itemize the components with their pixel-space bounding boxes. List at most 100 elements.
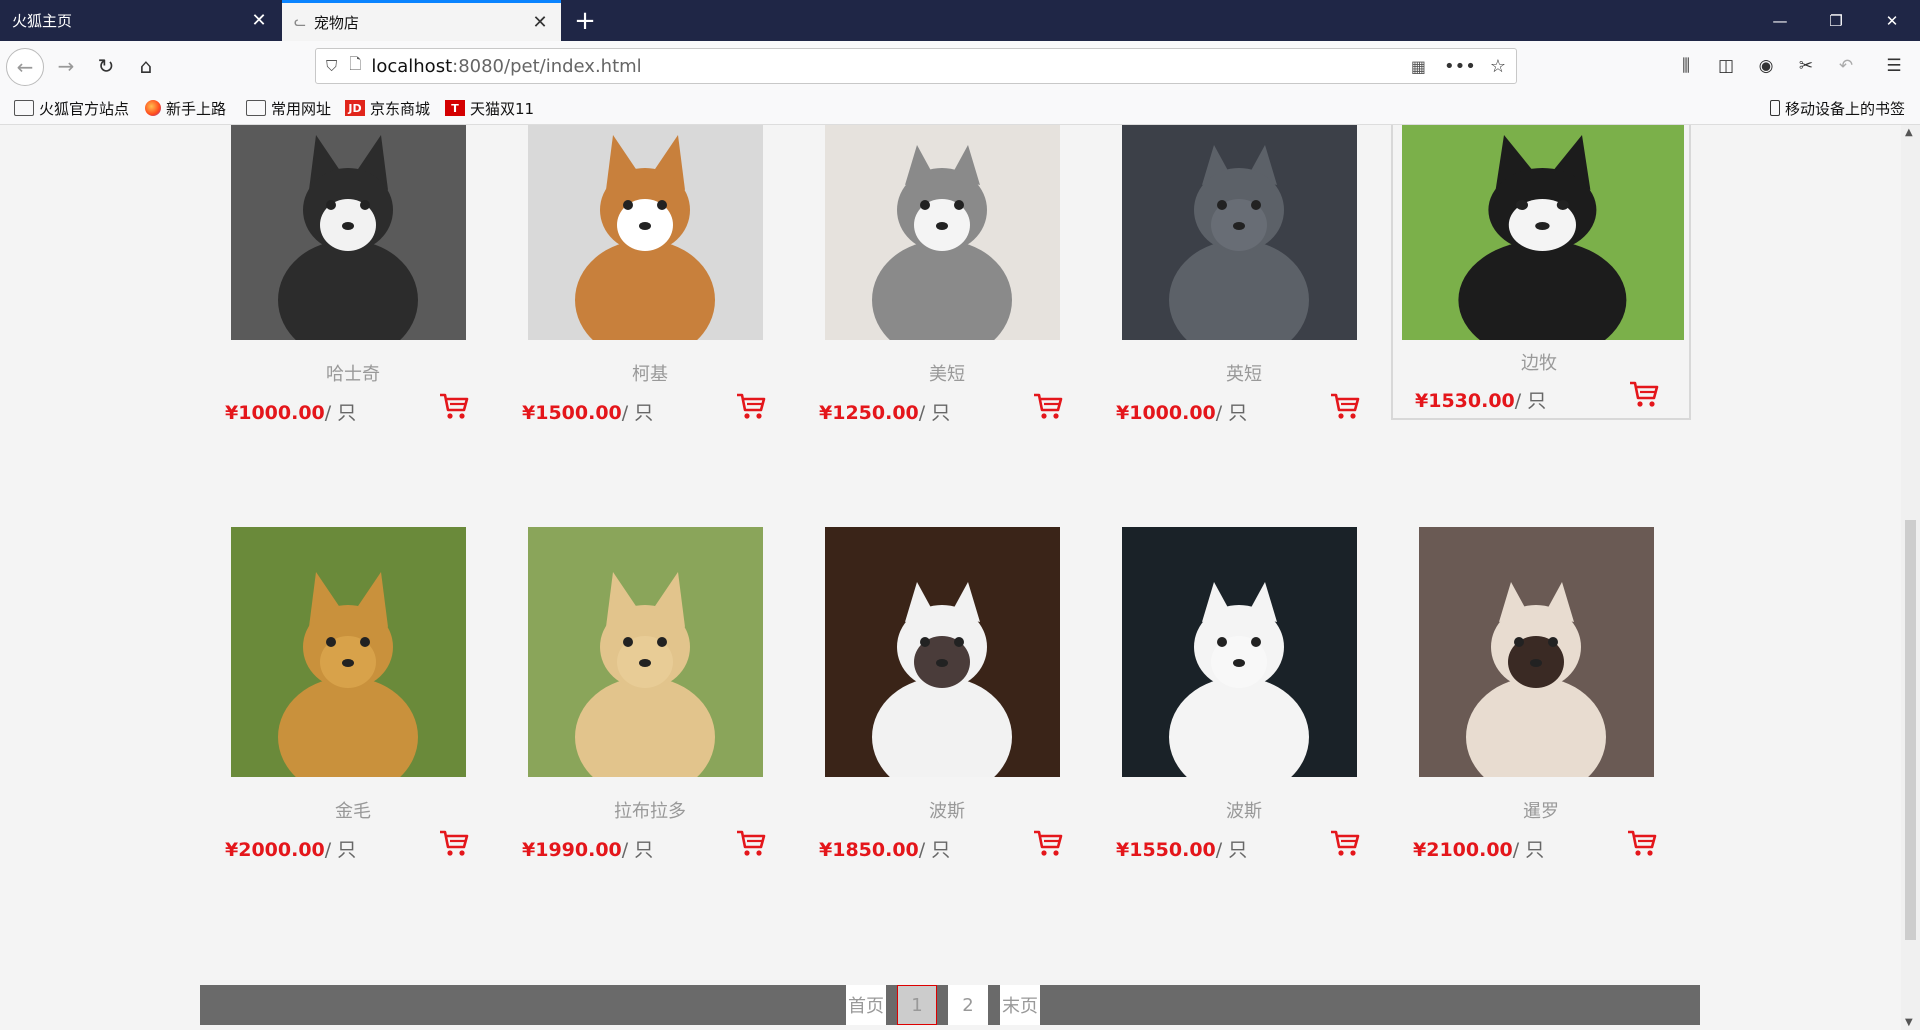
page-2-button[interactable]: 2 — [948, 985, 988, 1025]
product-image[interactable] — [825, 125, 1060, 340]
product-name: 金毛 — [335, 801, 371, 822]
url-host: localhost — [371, 55, 453, 77]
first-page-button[interactable]: 首页 — [846, 985, 886, 1025]
menu-icon[interactable]: ☰ — [1882, 54, 1906, 78]
product-name: 边牧 — [1521, 353, 1557, 374]
bookmark-item[interactable]: JD 京东商城 — [345, 91, 430, 125]
restore-icon[interactable]: ❐ — [1808, 0, 1864, 41]
cart-icon[interactable] — [1033, 392, 1063, 420]
undo-icon[interactable]: ↶ — [1834, 54, 1858, 78]
price-unit: / 只 — [324, 839, 357, 861]
cart-icon[interactable] — [1330, 829, 1360, 857]
cart-icon[interactable] — [439, 829, 469, 857]
account-icon[interactable]: ◉ — [1754, 54, 1778, 78]
screenshot-icon[interactable]: ✂ — [1794, 54, 1818, 78]
product-image[interactable] — [1402, 125, 1684, 340]
tmall-icon: T — [445, 100, 465, 116]
price-value: ¥1850.00 — [819, 839, 919, 861]
price-value: ¥2000.00 — [225, 839, 325, 861]
price-unit: / 只 — [1215, 402, 1248, 424]
last-page-button[interactable]: 末页 — [1000, 985, 1040, 1025]
reload-icon[interactable]: ↻ — [88, 48, 124, 84]
product-image[interactable] — [1122, 527, 1357, 777]
product-card[interactable]: 柯基 ¥1500.00/ 只 — [500, 125, 800, 430]
minimize-icon[interactable]: — — [1752, 0, 1808, 41]
url-text[interactable]: localhost:8080/pet/index.html — [371, 56, 641, 77]
bookmark-item[interactable]: 新手上路 — [145, 91, 226, 125]
product-price: ¥2000.00/ 只 — [225, 835, 356, 862]
back-icon[interactable]: ← — [6, 48, 44, 86]
tab-bar: 火狐主页 ✕ ᓚ 宠物店 ✕ + — ❐ ✕ — [0, 0, 1920, 41]
tab-pet-store[interactable]: ᓚ 宠物店 ✕ — [282, 0, 561, 41]
product-card[interactable]: 边牧 ¥1530.00/ 只 — [1391, 125, 1691, 420]
price-unit: / 只 — [1514, 390, 1547, 412]
cart-icon[interactable] — [1330, 392, 1360, 420]
product-name: 波斯 — [1226, 801, 1262, 822]
more-icon[interactable]: ••• — [1444, 56, 1476, 77]
page-1-button[interactable]: 1 — [897, 985, 937, 1025]
phone-icon — [1770, 100, 1780, 116]
forward-icon[interactable]: → — [48, 48, 84, 84]
product-price: ¥1000.00/ 只 — [225, 398, 356, 425]
bookmark-label: 火狐官方站点 — [39, 99, 130, 118]
product-image[interactable] — [231, 527, 466, 777]
cart-icon[interactable] — [1629, 380, 1659, 408]
product-name: 英短 — [1226, 364, 1262, 385]
scrollbar-thumb[interactable] — [1905, 520, 1916, 940]
product-image[interactable] — [825, 527, 1060, 777]
window-close-icon[interactable]: ✕ — [1864, 0, 1920, 41]
sidebar-icon[interactable]: ◫ — [1714, 54, 1738, 78]
cart-icon[interactable] — [736, 829, 766, 857]
new-tab-icon[interactable]: + — [570, 6, 600, 36]
bookmark-item[interactable]: 火狐官方站点 — [14, 91, 129, 125]
product-image[interactable] — [1122, 125, 1357, 340]
qr-code-icon[interactable]: ▦ — [1411, 57, 1426, 76]
product-card[interactable]: 波斯 ¥1550.00/ 只 — [1094, 527, 1394, 867]
bookmark-item[interactable]: T 天猫双11 — [445, 91, 534, 125]
bookmark-item[interactable]: 常用网址 — [246, 91, 331, 125]
price-unit: / 只 — [621, 839, 654, 861]
product-card[interactable]: 波斯 ¥1850.00/ 只 — [797, 527, 1097, 867]
cart-icon[interactable] — [1627, 829, 1657, 857]
scroll-up-icon[interactable]: ▲ — [1905, 127, 1913, 138]
mobile-bookmarks[interactable]: 移动设备上的书签 — [1770, 91, 1905, 125]
folder-icon — [14, 100, 34, 116]
home-icon[interactable]: ⌂ — [128, 48, 164, 84]
product-price: ¥1990.00/ 只 — [522, 835, 653, 862]
product-card[interactable]: 哈士奇 ¥1000.00/ 只 — [203, 125, 503, 430]
bookmark-star-icon[interactable]: ☆ — [1490, 56, 1506, 77]
product-image[interactable] — [231, 125, 466, 340]
jd-icon: JD — [345, 100, 365, 116]
product-card[interactable]: 暹罗 ¥2100.00/ 只 — [1391, 527, 1691, 867]
firefox-icon — [145, 100, 161, 116]
cart-icon[interactable] — [1033, 829, 1063, 857]
pagination-bar: 首页 1 2 末页 — [200, 985, 1700, 1025]
page-icon[interactable]: 🗋 — [349, 54, 361, 79]
tab-title: 火狐主页 — [12, 12, 73, 30]
product-image[interactable] — [528, 125, 763, 340]
tab-firefox-home[interactable]: 火狐主页 ✕ — [0, 0, 280, 41]
cart-icon[interactable] — [736, 392, 766, 420]
product-price: ¥1500.00/ 只 — [522, 398, 653, 425]
product-name: 暹罗 — [1523, 801, 1559, 822]
product-image[interactable] — [1419, 527, 1654, 777]
product-image[interactable] — [528, 527, 763, 777]
cat-icon: ᓚ — [294, 14, 306, 30]
product-card[interactable]: 美短 ¥1250.00/ 只 — [797, 125, 1097, 430]
close-icon[interactable]: ✕ — [250, 10, 268, 31]
url-bar[interactable]: ⛉ 🗋 localhost:8080/pet/index.html ▦ ••• … — [315, 48, 1517, 84]
price-unit: / 只 — [621, 402, 654, 424]
product-card[interactable]: 拉布拉多 ¥1990.00/ 只 — [500, 527, 800, 867]
shield-icon[interactable]: ⛉ — [326, 57, 337, 75]
product-card[interactable]: 金毛 ¥2000.00/ 只 — [203, 527, 503, 867]
library-icon[interactable]: ⫼ — [1674, 54, 1698, 78]
cart-icon[interactable] — [439, 392, 469, 420]
price-value: ¥1250.00 — [819, 402, 919, 424]
product-name: 哈士奇 — [326, 364, 380, 385]
product-card[interactable]: 英短 ¥1000.00/ 只 — [1094, 125, 1394, 430]
bookmark-label: 移动设备上的书签 — [1785, 99, 1906, 118]
scrollbar[interactable]: ▲ ▼ — [1901, 125, 1920, 1030]
scroll-down-icon[interactable]: ▼ — [1905, 1017, 1913, 1028]
bookmarks-bar: 火狐官方站点 新手上路 常用网址 JD 京东商城 T 天猫双11 移动设备上的书… — [0, 91, 1920, 125]
close-icon[interactable]: ✕ — [531, 12, 549, 33]
